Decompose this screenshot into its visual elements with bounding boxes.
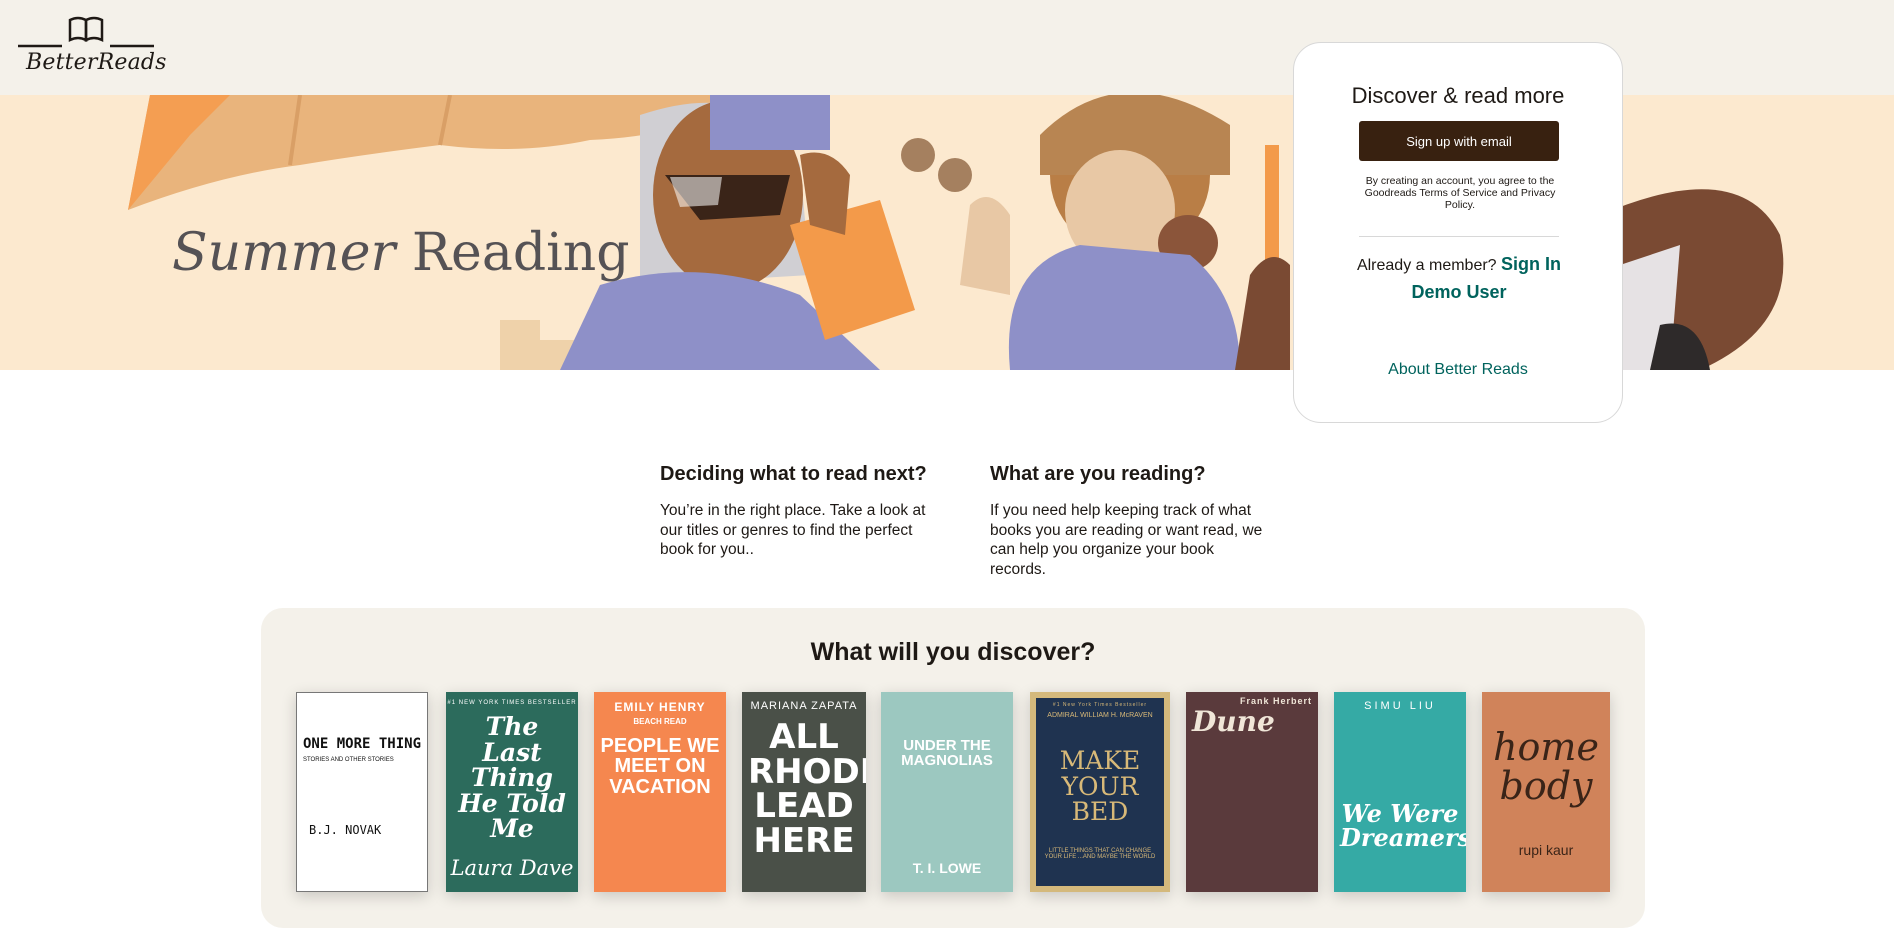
book-author: T. I. LOWE <box>912 860 982 876</box>
book-cover-one-more-thing[interactable]: ONE MORE THING STORIES AND OTHER STORIES… <box>296 692 428 892</box>
book-author: LITTLE THINGS THAT CAN CHANGE YOUR LIFE … <box>1044 848 1156 860</box>
book-title: ONE MORE THING <box>303 736 422 752</box>
book-cover-we-were-dreamers[interactable]: SIMU LIU We Were Dreamers <box>1334 692 1466 892</box>
book-title: MAKE YOUR BED <box>1059 746 1141 826</box>
signup-email-button[interactable]: Sign up with email <box>1359 121 1559 161</box>
book-title: home body <box>1493 725 1599 808</box>
hero-title-rest: Reading <box>411 223 630 283</box>
member-signin-block: Already a member? Sign In Demo User <box>1334 251 1584 307</box>
book-top: MARIANA ZAPATA <box>750 700 858 712</box>
betterreads-logo[interactable]: BetterReads <box>18 14 166 76</box>
info-deciding-body: You’re in the right place. Take a look a… <box>660 502 926 558</box>
book-author: B.J. NOVAK <box>309 823 382 837</box>
book-title: UNDER THE MAGNOLIAS <box>901 737 993 770</box>
book-author: Laura Dave <box>450 856 574 880</box>
book-subtitle: BEACH READ <box>633 717 687 726</box>
book-title: We Were Dreamers <box>1340 799 1466 853</box>
book-cover-the-last-thing[interactable]: #1 NEW YORK TIMES BESTSELLER The Last Th… <box>446 692 578 892</box>
book-author: rupi kaur <box>1518 842 1574 858</box>
signup-card: Discover & read more Sign up with email … <box>1293 42 1623 423</box>
book-top: SIMU LIU <box>1364 700 1436 712</box>
sign-in-link[interactable]: Sign In <box>1501 254 1561 274</box>
signup-card-title: Discover & read more <box>1351 83 1565 108</box>
book-title: The Last Thing He Told Me <box>458 712 566 843</box>
discover-panel: What will you discover? ONE MORE THING S… <box>261 608 1645 928</box>
book-subtitle: ADMIRAL WILLIAM H. McRAVEN <box>1047 712 1153 719</box>
about-link[interactable]: About Better Reads <box>1294 361 1622 379</box>
book-title: PEOPLE WE MEET ON VACATION <box>600 735 720 798</box>
discover-heading: What will you discover? <box>810 638 1096 666</box>
card-divider <box>1359 236 1559 237</box>
book-cover-under-the-magnolias[interactable]: UNDER THE MAGNOLIAS T. I. LOWE <box>881 692 1013 892</box>
book-title: ALL RHODES LEAD HERE <box>748 717 866 862</box>
book-cover-people-we-meet[interactable]: EMILY HENRY BEACH READ PEOPLE WE MEET ON… <box>594 692 726 892</box>
hero-title-italic: Summer <box>172 223 396 283</box>
book-cover-dune[interactable]: Frank Herbert Dune <box>1186 692 1318 892</box>
book-top: EMILY HENRY <box>614 700 706 714</box>
book-cover-make-your-bed[interactable]: #1 New York Times Bestseller ADMIRAL WIL… <box>1030 692 1170 892</box>
book-title: Dune <box>1192 705 1275 738</box>
book-top: #1 NEW YORK TIMES BESTSELLER <box>447 700 577 706</box>
info-deciding-heading: Deciding what to read next? <box>660 463 927 485</box>
book-cover-home-body[interactable]: home body rupi kaur <box>1482 692 1610 892</box>
book-subtitle: STORIES AND OTHER STORIES <box>303 757 394 763</box>
info-reading-body: If you need help keeping track of what b… <box>990 502 1263 578</box>
info-deciding: Deciding what to read next? You’re in th… <box>660 463 940 560</box>
book-cover-all-rhodes[interactable]: MARIANA ZAPATA ALL RHODES LEAD HERE <box>742 692 866 892</box>
already-member-text: Already a member? <box>1356 257 1497 274</box>
info-reading-heading: What are you reading? <box>990 463 1206 485</box>
open-book-icon <box>18 16 154 48</box>
terms-text: By creating an account, you agree to the… <box>1364 175 1556 211</box>
book-top: #1 New York Times Bestseller <box>1052 702 1148 708</box>
demo-user-link[interactable]: Demo User <box>1411 282 1506 302</box>
hero-title: Summer Reading <box>172 223 630 283</box>
info-reading: What are you reading? If you need help k… <box>990 463 1270 579</box>
logo-text: BetterReads <box>26 50 167 75</box>
